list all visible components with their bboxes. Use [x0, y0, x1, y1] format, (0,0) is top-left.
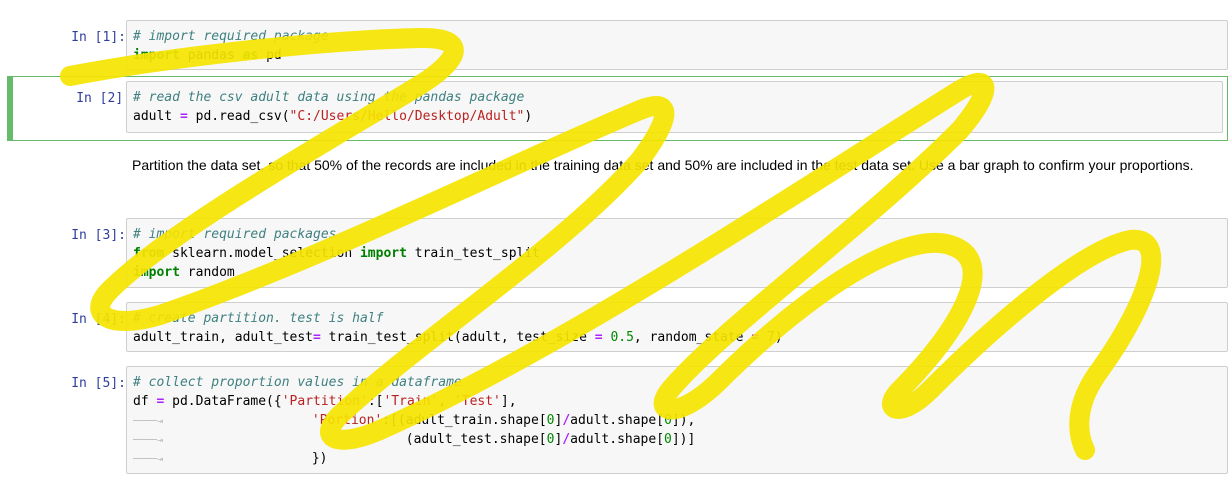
code-input[interactable]: # read the csv adult data using the pand…	[126, 81, 1223, 133]
code-token: ],	[500, 394, 517, 409]
code-token: random	[179, 265, 235, 280]
code-token: =	[179, 109, 188, 124]
code-token: 'Portion'	[311, 413, 383, 428]
code-line[interactable]: import random	[133, 263, 1221, 282]
code-token: 7	[766, 330, 775, 345]
code-token: # create partition. test is half	[133, 311, 384, 326]
tab-indent-icon: ────⇥	[133, 435, 164, 446]
markdown-cell-text: Partition the data set, so that 50% of t…	[132, 157, 1194, 173]
code-token: from	[133, 246, 165, 261]
code-token: =	[594, 330, 603, 345]
code-token: # import required packages	[133, 227, 337, 242]
code-cell-5[interactable]: In [5]: # collect proportion values in a…	[8, 366, 1228, 476]
input-prompt: In [1]:	[71, 30, 126, 45]
code-line[interactable]: # import required packages	[133, 225, 1221, 244]
code-token: /	[562, 432, 571, 447]
code-token: =	[313, 330, 321, 345]
code-token: (adult_test.shape[	[163, 432, 547, 447]
tab-indent-icon: ────⇥	[133, 454, 164, 465]
code-token: adult.shape[	[570, 413, 665, 428]
code-token: train_test_split	[406, 246, 541, 261]
code-token: ,	[438, 394, 454, 409]
input-prompt: In [4]:	[71, 312, 126, 327]
code-token: 'Partition'	[281, 394, 368, 409]
code-line[interactable]: adult = pd.read_csv("C:/Users/Hello/Desk…	[133, 107, 1216, 126]
code-token: pd	[258, 48, 282, 63]
code-line[interactable]: ────⇥ 'Portion':[(adult_train.shape[0]/a…	[133, 411, 1221, 430]
code-line[interactable]: ────⇥ })	[133, 449, 1221, 468]
code-token: )	[524, 109, 533, 124]
code-token: # collect proportion values in a datafra…	[133, 375, 462, 390]
code-line[interactable]: # collect proportion values in a datafra…	[133, 373, 1221, 392]
code-line[interactable]: import pandas as pd	[133, 46, 1221, 65]
code-token: =	[751, 330, 760, 345]
code-token: :[(adult_train.shape[	[382, 413, 547, 428]
code-input[interactable]: # import required packages from sklearn.m…	[126, 218, 1228, 288]
code-token: adult	[133, 109, 180, 124]
code-cell-4[interactable]: In [4]: # create partition. test is half…	[8, 302, 1228, 354]
code-token: df	[133, 394, 157, 409]
code-token: ])]	[671, 432, 696, 447]
code-token: train_test_split(adult, test_size	[320, 330, 595, 345]
input-prompt: In [2]:	[76, 91, 131, 106]
code-line[interactable]: ────⇥ (adult_test.shape[0]/adult.shape[0…	[133, 430, 1221, 449]
code-line[interactable]: df = pd.DataFrame({'Partition':['Train',…	[133, 392, 1221, 411]
code-input[interactable]: # collect proportion values in a datafra…	[126, 366, 1228, 474]
code-cell-3[interactable]: In [3]: # import required packages from s…	[8, 218, 1228, 290]
code-line[interactable]: from sklearn.model_selection import trai…	[133, 244, 1221, 263]
code-token: sklearn.model_selection	[164, 246, 360, 261]
code-token: 'Test'	[453, 394, 501, 409]
code-token: ]),	[671, 413, 696, 428]
code-token: 0.5	[610, 330, 634, 345]
code-token: })	[163, 451, 328, 466]
code-line[interactable]: # import required package	[133, 27, 1221, 46]
code-token: adult.shape[	[570, 432, 665, 447]
code-token: pd.read_csv(	[187, 109, 290, 124]
code-token: import	[359, 246, 407, 261]
code-token: import	[133, 48, 180, 63]
code-token: pandas	[179, 48, 243, 63]
code-cell-2-selected[interactable]: In [2]: # read the csv adult data using …	[7, 76, 1228, 141]
code-input[interactable]: # create partition. test is half adult_tr…	[126, 302, 1228, 352]
code-token: )	[774, 330, 783, 345]
code-token: :[	[367, 394, 384, 409]
code-token: # read the csv adult data using the pand…	[133, 90, 525, 105]
code-token: /	[562, 413, 571, 428]
code-token: 'Train'	[383, 394, 439, 409]
code-cell-1[interactable]: In [1]: # import required package import …	[8, 20, 1228, 72]
code-token: pd.DataFrame({	[164, 394, 282, 409]
code-token: 0	[664, 413, 672, 428]
code-line[interactable]: # read the csv adult data using the pand…	[133, 88, 1216, 107]
input-prompt: In [5]:	[71, 376, 126, 391]
code-token: "C:/Users/Hello/Desktop/Adult"	[289, 109, 525, 124]
input-prompt: In [3]:	[71, 228, 126, 243]
code-token: , random_state	[633, 330, 752, 345]
code-input[interactable]: # import required package import pandas a…	[126, 20, 1228, 70]
tab-indent-icon: ────⇥	[133, 416, 164, 427]
code-token: import	[133, 265, 180, 280]
code-token: # import required package	[133, 29, 329, 44]
code-line[interactable]: adult_train, adult_test= train_test_spli…	[133, 328, 1221, 347]
code-token: 0	[664, 432, 672, 447]
code-token: adult_train, adult_test	[133, 330, 314, 345]
code-line[interactable]: # create partition. test is half	[133, 309, 1221, 328]
code-token: as	[242, 48, 259, 63]
